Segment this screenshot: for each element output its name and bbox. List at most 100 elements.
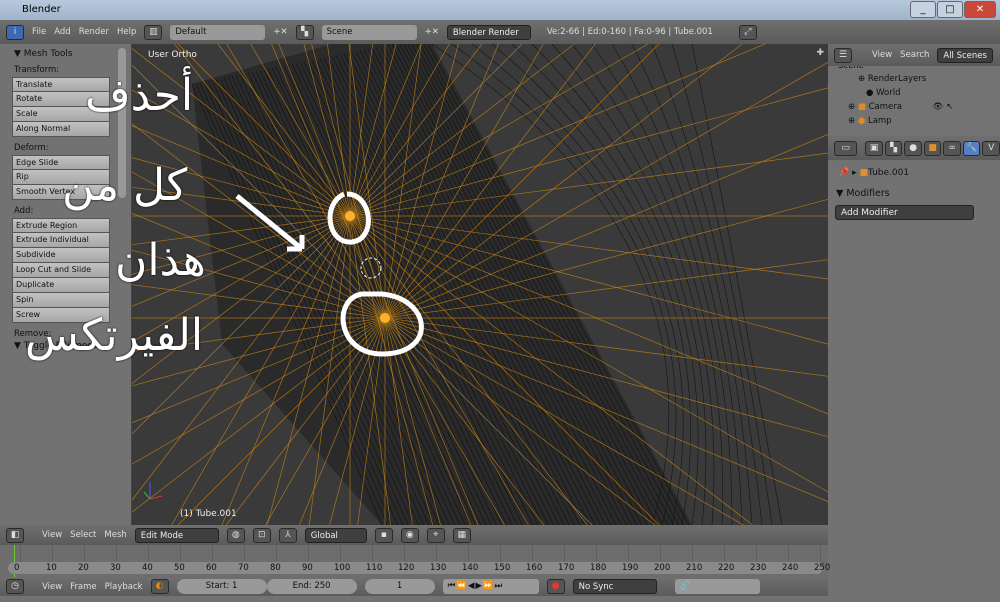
- proportional-edit-icon[interactable]: ◉: [400, 527, 419, 543]
- timeline-gridline: [468, 545, 469, 561]
- outliner-header: ☰ View Search All Scenes: [828, 44, 1000, 66]
- mode-select[interactable]: Edit Mode: [134, 527, 219, 543]
- info-header: i File Add Render Help ▥ Default +✕ ▚ Sc…: [0, 20, 1000, 44]
- properties-header: ▭ ▣ ▚ ● ■ ∞ 🔧 V: [828, 136, 1000, 160]
- outliner-view-menu[interactable]: View: [872, 50, 892, 60]
- maximize-button[interactable]: □: [937, 1, 963, 18]
- keying-set-field[interactable]: 🔗: [674, 579, 760, 594]
- tool-button[interactable]: Spin: [12, 293, 110, 308]
- sync-select[interactable]: No Sync: [572, 579, 657, 594]
- tool-button[interactable]: Extrude Region: [12, 218, 110, 233]
- snap-icon[interactable]: ⌖: [426, 527, 445, 543]
- timeline-tick-label: 50: [174, 563, 185, 573]
- layout-icon[interactable]: ▥: [144, 24, 163, 40]
- timeline-tick-label: 120: [398, 563, 415, 573]
- outliner-item-camera[interactable]: ⊕ ■ Camera 👁 ↖: [838, 100, 1000, 114]
- modifiers-tab-icon[interactable]: 🔧: [962, 140, 981, 156]
- world-tab-icon[interactable]: ●: [904, 140, 922, 156]
- start-frame-field[interactable]: Start: 1: [176, 579, 267, 594]
- menu-mesh[interactable]: Mesh: [104, 530, 126, 540]
- menu-render[interactable]: Render: [79, 27, 109, 37]
- timeline-tick-label: 100: [334, 563, 351, 573]
- timeline-gridline: [180, 545, 181, 561]
- outliner-filter-select[interactable]: All Scenes: [937, 47, 993, 63]
- add-layout-icon[interactable]: +✕: [273, 27, 287, 37]
- timeline-tick-label: 130: [430, 563, 447, 573]
- menu-add[interactable]: Add: [54, 27, 70, 37]
- properties-editor-icon[interactable]: ▭: [834, 140, 858, 156]
- layout-select[interactable]: Default: [170, 24, 266, 40]
- mesh-wireframe: [132, 44, 828, 525]
- outliner-item-lamp[interactable]: ⊕ ● Lamp: [838, 114, 1000, 128]
- close-button[interactable]: ✕: [964, 1, 996, 18]
- modifiers-panel[interactable]: ▼ Modifiers: [836, 188, 1000, 199]
- data-tab-icon[interactable]: V: [982, 140, 1000, 156]
- fullscreen-icon[interactable]: ⤢: [738, 24, 757, 40]
- timeline-menu-view[interactable]: View: [42, 582, 62, 592]
- shading-icon[interactable]: ◍: [226, 527, 245, 543]
- tool-button[interactable]: Along Normal: [12, 122, 110, 137]
- pivot-icon[interactable]: ⊡: [252, 527, 271, 543]
- mesh-tools-panel-title[interactable]: ▼ Mesh Tools: [14, 49, 131, 59]
- add-scene-icon[interactable]: +✕: [425, 27, 439, 37]
- section-label: Deform:: [14, 143, 49, 153]
- timeline-gridline: [308, 545, 309, 561]
- tool-button[interactable]: Duplicate: [12, 278, 110, 293]
- render-tab-icon[interactable]: ▣: [865, 140, 883, 156]
- region-toggle-icon[interactable]: ✚: [816, 48, 824, 58]
- timeline-gridline: [724, 545, 725, 561]
- selected-vertex[interactable]: [345, 211, 355, 221]
- timeline-tick-label: 0: [14, 563, 20, 573]
- timeline-gridline: [788, 545, 789, 561]
- object-tab-icon[interactable]: ■: [923, 140, 942, 156]
- tool-button[interactable]: Extrude Individual: [12, 233, 110, 248]
- outliner-editor-icon[interactable]: ☰: [834, 47, 852, 63]
- item-label: World: [876, 88, 901, 98]
- timeline-gridline: [340, 545, 341, 561]
- tool-button[interactable]: Loop Cut and Slide: [12, 263, 110, 278]
- selected-vertex[interactable]: [380, 313, 390, 323]
- current-frame-field[interactable]: 1: [364, 579, 435, 594]
- title-bar: Blender _ □ ✕: [0, 0, 1000, 20]
- menu-view[interactable]: View: [42, 530, 62, 540]
- menu-help[interactable]: Help: [117, 27, 136, 37]
- timeline[interactable]: 0 10 20 30 40 50 60 70 80 90 100 110 120 130 140 150 160…: [0, 545, 830, 577]
- scene-select[interactable]: Scene: [321, 24, 417, 40]
- orientation-select[interactable]: Global: [304, 527, 367, 543]
- outliner-item-world[interactable]: ● World: [838, 86, 1000, 100]
- timeline-tick-label: 90: [302, 563, 313, 573]
- manipulator-icon[interactable]: ⅄: [278, 527, 297, 543]
- right-panels: ☰ View Search All Scenes Scene ⊕ RenderL…: [828, 44, 1000, 602]
- item-label: Camera: [868, 102, 902, 112]
- menu-file[interactable]: File: [32, 27, 46, 37]
- constraints-tab-icon[interactable]: ∞: [943, 140, 961, 156]
- timeline-editor-icon[interactable]: ◷: [6, 579, 24, 594]
- record-icon[interactable]: ●: [546, 579, 565, 594]
- tool-button[interactable]: Subdivide: [12, 248, 110, 263]
- timeline-gridline: [404, 545, 405, 561]
- object-label: (1) Tube.001: [180, 509, 237, 519]
- scene-tab-icon[interactable]: ▚: [884, 140, 903, 156]
- timeline-gridline: [532, 545, 533, 561]
- timeline-gridline: [84, 545, 85, 561]
- info-editor-icon[interactable]: i: [6, 24, 24, 40]
- timeline-menu-playback[interactable]: Playback: [105, 582, 143, 592]
- scene-icon[interactable]: ▚: [295, 24, 314, 40]
- annotation-text: كل من: [62, 160, 188, 211]
- render-icon[interactable]: ▦: [452, 527, 471, 543]
- end-frame-field[interactable]: End: 250: [266, 579, 357, 594]
- preview-range-icon[interactable]: ◐: [150, 579, 169, 594]
- outliner-search-menu[interactable]: Search: [900, 50, 929, 60]
- playback-controls[interactable]: ⏮⏪◀▶⏩⏭: [442, 579, 539, 594]
- 3d-viewport[interactable]: User Ortho (1) Tube.001 ✚: [132, 44, 828, 525]
- timeline-menu-frame[interactable]: Frame: [70, 582, 96, 592]
- timeline-tick-label: 220: [718, 563, 735, 573]
- render-engine-select[interactable]: Blender Render: [446, 24, 531, 40]
- vertex-select-icon[interactable]: ▪: [374, 527, 393, 543]
- editor-type-icon[interactable]: ◧: [6, 527, 24, 543]
- timeline-tick-label: 20: [78, 563, 89, 573]
- menu-select[interactable]: Select: [70, 530, 96, 540]
- add-modifier-select[interactable]: Add Modifier: [835, 205, 974, 220]
- minimize-button[interactable]: _: [910, 1, 936, 18]
- outliner-item-renderlayers[interactable]: ⊕ RenderLayers: [838, 72, 1000, 86]
